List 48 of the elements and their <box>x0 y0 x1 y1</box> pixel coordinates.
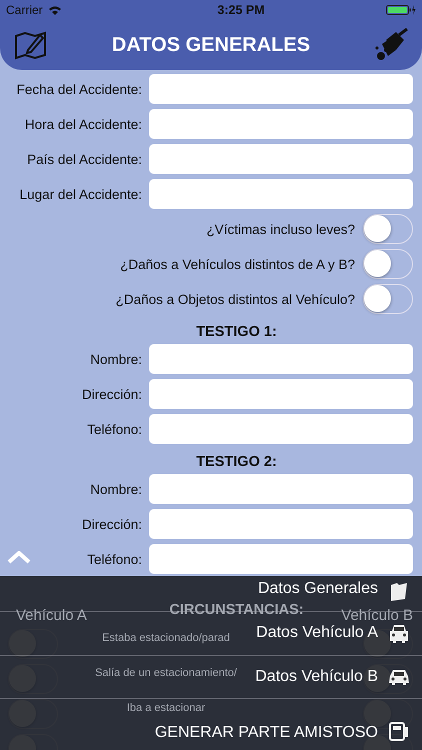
input-field[interactable] <box>149 74 413 104</box>
input-field[interactable] <box>149 379 413 409</box>
document-icon <box>388 720 410 742</box>
menu-item[interactable]: Datos Vehículo A <box>256 624 378 642</box>
chevron-up-icon <box>7 550 31 564</box>
input-field[interactable] <box>149 179 413 209</box>
input-field[interactable] <box>149 544 413 574</box>
section-heading: TESTIGO 1: <box>195 323 278 339</box>
status-time: 3:25 PM <box>217 3 265 17</box>
toggle-switch[interactable] <box>363 214 413 244</box>
question-label: ¿Daños a Vehículos distintos de A y B? <box>120 256 355 272</box>
field-label: Nombre: <box>90 352 142 366</box>
input-field[interactable] <box>149 509 413 539</box>
carrier-label: Carrier <box>6 3 43 17</box>
input-field[interactable] <box>149 109 413 139</box>
field-label: Lugar del Accidente: <box>20 186 142 202</box>
field-label: Teléfono: <box>87 422 142 436</box>
input-field[interactable] <box>149 414 413 444</box>
menu-item[interactable]: Datos Generales <box>258 580 378 598</box>
field-label: Teléfono: <box>87 552 142 566</box>
column-label: Vehículo A <box>16 607 87 624</box>
menu-item[interactable]: GENERAR PARTE AMISTOSO <box>154 724 378 742</box>
toggle-switch[interactable] <box>363 249 413 279</box>
column-label: Vehículo B <box>341 607 413 624</box>
field-label: Nombre: <box>90 482 142 496</box>
question-label: ¿Daños a Objetos distintos al Vehículo? <box>116 292 355 306</box>
circumstance-label: Iba a estacionar <box>126 702 206 714</box>
field-label: Dirección: <box>82 516 142 532</box>
car-icon <box>388 622 410 644</box>
question-label: ¿Víctimas incluso leves? <box>206 222 355 236</box>
battery-icon <box>386 4 416 16</box>
map-edit-icon <box>14 30 48 60</box>
folder-icon <box>388 580 410 602</box>
field-label: País del Accidente: <box>27 152 142 166</box>
circumstance-label: Estaba estacionado/parad <box>102 632 230 644</box>
section-heading: CIRCUNSTANCIAS: <box>169 601 304 617</box>
toggle-switch[interactable] <box>363 284 413 314</box>
field-label: Fecha del Accidente: <box>16 82 142 96</box>
field-label: Hora del Accidente: <box>24 116 142 132</box>
menu-item[interactable]: Datos Vehículo B <box>255 668 378 686</box>
circumstance-label: Salía de un estacionamiento/ <box>95 667 237 679</box>
input-field[interactable] <box>149 344 413 374</box>
wifi-icon <box>48 5 62 15</box>
field-label: Dirección: <box>82 386 142 402</box>
header-title: DATOS GENERALES <box>112 34 310 56</box>
input-field[interactable] <box>149 144 413 174</box>
section-heading: TESTIGO 2: <box>195 453 278 469</box>
input-field[interactable] <box>149 474 413 504</box>
